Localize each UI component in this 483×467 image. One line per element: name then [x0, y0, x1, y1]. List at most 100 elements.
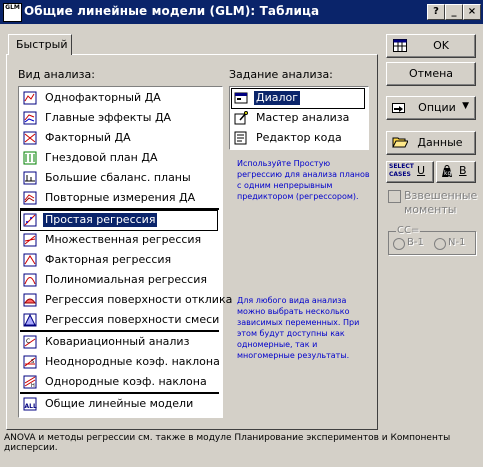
analysis-item[interactable]: Полиномиальная регрессия — [21, 271, 217, 290]
weighted-moments-checkbox[interactable] — [388, 190, 401, 203]
cancel-button[interactable]: Отмена — [386, 62, 476, 86]
analysis-item-label: Однородные коэф. наклона — [45, 375, 207, 388]
status-bar: ANOVA и методы регрессии см. также в мод… — [4, 433, 477, 453]
analysis-item[interactable]: Простая регрессия — [20, 210, 218, 231]
help-button[interactable]: ? — [427, 4, 445, 20]
one-way-anova-icon — [23, 91, 37, 105]
svg-text:kg: kg — [444, 170, 451, 177]
data-label: Данные — [417, 136, 463, 149]
tab-quick-label: Быстрый — [16, 38, 68, 51]
weights-letter: B — [459, 164, 467, 177]
analysis-item[interactable]: ALL Общие линейные модели — [21, 395, 217, 414]
analysis-item-label: Неоднородные коэф. наклона — [45, 355, 220, 368]
weight-icon: kg — [442, 165, 452, 177]
list-separator — [20, 392, 219, 394]
multiple-regression-icon — [23, 233, 37, 247]
glm-dialog: GLM Общие линейные модели (GLM): Таблица… — [0, 0, 483, 467]
minimize-button[interactable]: _ — [445, 4, 463, 20]
dialog-icon — [234, 91, 248, 105]
factorial-regression-icon — [23, 253, 37, 267]
dropdown-arrow-icon: ▼ — [462, 101, 469, 111]
options-button[interactable]: Опции ▼ — [386, 96, 476, 120]
list-separator — [20, 208, 219, 210]
analysis-type-label: Вид анализа: — [18, 68, 95, 81]
spec-item[interactable]: Диалог — [231, 88, 365, 109]
weighted-moments-label: Взвешенные моменты — [404, 189, 478, 216]
svg-text:C: C — [26, 338, 30, 345]
analysis-item-label: Большие сбаланс. планы — [45, 171, 191, 184]
spec-item-label: Мастер анализа — [256, 111, 350, 124]
analysis-item[interactable]: Гнездовой план ДА — [21, 149, 217, 168]
data-button[interactable]: Данные — [386, 131, 476, 155]
factorial-anova-icon — [23, 131, 37, 145]
cc-group-label: CC= — [396, 225, 421, 236]
spec-item-label: Диалог — [254, 91, 301, 105]
nested-design-icon — [23, 151, 37, 165]
polynomial-regression-icon — [23, 273, 37, 287]
ancova-icon: C — [23, 335, 37, 349]
svg-text:S: S — [31, 359, 34, 365]
analysis-item-label: Факторная регрессия — [45, 253, 172, 266]
analysis-item-label: Полиномиальная регрессия — [45, 273, 207, 286]
analysis-item-label: Повторные измерения ДА — [45, 191, 196, 204]
select-cases-label: SELECT CASES — [389, 163, 414, 178]
separate-slopes-icon: S — [23, 355, 37, 369]
analysis-item-label: Однофакторный ДА — [45, 91, 161, 104]
close-button[interactable]: × — [463, 4, 481, 20]
analysis-item-label: Факторный ДА — [45, 131, 131, 144]
select-cases-button[interactable]: SELECT CASES U — [386, 161, 434, 183]
table-icon — [393, 39, 407, 52]
analysis-item[interactable]: Однофакторный ДА — [21, 89, 217, 108]
analysis-item[interactable]: Повторные измерения ДА — [21, 189, 217, 208]
cc-radio-b1[interactable] — [393, 238, 405, 250]
svg-text:ALL: ALL — [25, 403, 37, 410]
analysis-item[interactable]: Главные эффекты ДА — [21, 109, 217, 128]
mixture-surface-icon — [23, 313, 37, 327]
analysis-spec-list[interactable]: Диалог Мастер анализа Редактор кода — [229, 86, 369, 150]
wizard-icon — [234, 111, 248, 125]
list-separator — [20, 330, 219, 332]
title-bar[interactable]: GLM Общие линейные модели (GLM): Таблица… — [0, 0, 483, 24]
spec-item-label: Редактор кода — [256, 131, 342, 144]
weights-button[interactable]: kg B — [436, 161, 476, 183]
analysis-item-label: Регрессия поверхности смеси — [45, 313, 220, 326]
analysis-item[interactable]: Регрессия поверхности отклика — [21, 291, 232, 310]
large-balanced-icon — [23, 171, 37, 185]
all-glm-icon: ALL — [23, 397, 37, 411]
analysis-item[interactable]: Множественная регрессия — [21, 231, 217, 250]
ok-button[interactable]: OK — [386, 34, 476, 58]
analysis-item[interactable]: H Однородные коэф. наклона — [21, 373, 217, 392]
analysis-item[interactable]: Большие сбаланс. планы — [21, 169, 217, 188]
app-icon-text: GLM — [5, 4, 20, 11]
cancel-label: Отмена — [408, 67, 454, 80]
analysis-item-label: Главные эффекты ДА — [45, 111, 172, 124]
quick-tab-panel: Вид анализа: Однофакторный ДА Главные эфф… — [6, 54, 378, 430]
analysis-item[interactable]: C Ковариационный анализ — [21, 333, 217, 352]
repeated-measures-icon — [23, 191, 37, 205]
analysis-type-list[interactable]: Однофакторный ДА Главные эффекты ДА Фактор… — [18, 86, 232, 418]
glm-app-icon: GLM — [3, 3, 22, 22]
homogeneous-slopes-icon: H — [23, 375, 37, 389]
cc-radio-n1[interactable] — [434, 238, 446, 250]
window-title: Общие линейные модели (GLM): Таблица — [24, 4, 320, 18]
analysis-item-label: Регрессия поверхности отклика — [45, 293, 233, 306]
code-editor-icon — [234, 131, 248, 145]
tab-quick[interactable]: Быстрый — [8, 34, 72, 55]
analysis-item[interactable]: Факторная регрессия — [21, 251, 217, 270]
main-effects-anova-icon — [23, 111, 37, 125]
spec-item[interactable]: Мастер анализа — [232, 109, 364, 128]
spec-item[interactable]: Редактор кода — [232, 129, 364, 148]
analysis-item-label: Множественная регрессия — [45, 233, 202, 246]
cc-radio-b1-label: B-1 — [407, 237, 424, 248]
hint-text-simple-regression: Используйте Простую регрессию для анализ… — [237, 159, 370, 201]
response-surface-icon — [23, 293, 37, 307]
analysis-item[interactable]: S Неоднородные коэф. наклона — [21, 353, 220, 372]
analysis-item[interactable]: Регрессия поверхности смеси — [21, 311, 219, 330]
analysis-item[interactable]: Факторный ДА — [21, 129, 217, 148]
analysis-spec-label: Задание анализа: — [229, 68, 333, 81]
simple-regression-icon — [23, 213, 37, 227]
analysis-item-label: Простая регрессия — [43, 213, 158, 227]
analysis-item-label: Ковариационный анализ — [45, 335, 190, 348]
analysis-item-label: Общие линейные модели — [45, 397, 194, 410]
ok-label: OK — [433, 39, 449, 52]
